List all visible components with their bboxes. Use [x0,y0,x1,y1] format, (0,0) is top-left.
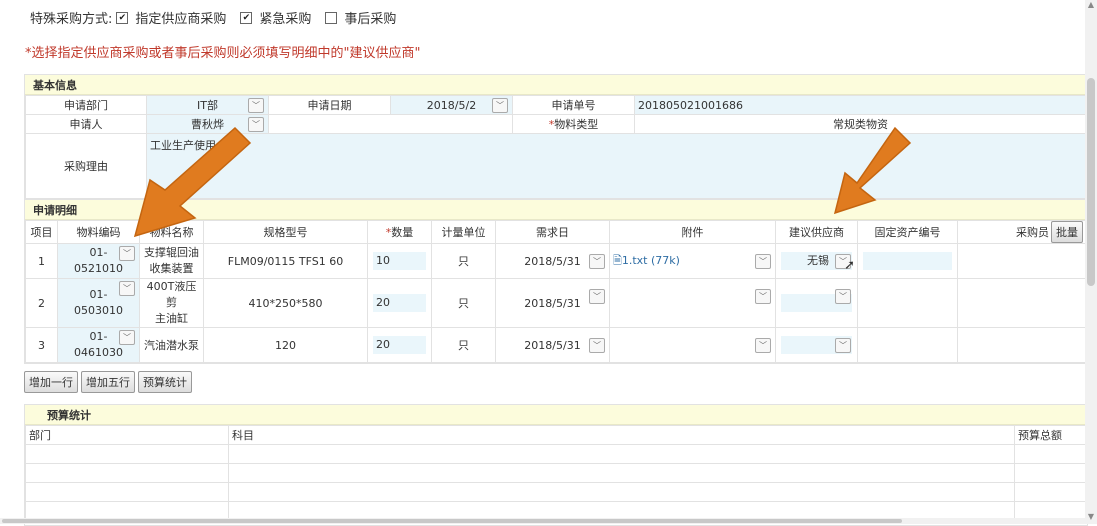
chevron-down-icon[interactable]: ﹀ [248,98,264,113]
batch-button[interactable]: 批量 [1051,221,1083,243]
col-attach: 附件 [609,220,776,244]
buyer-cell[interactable] [957,243,1087,279]
date-select[interactable]: 2018/5/31 ﹀ [495,278,610,328]
asset-cell[interactable] [857,327,958,363]
annotation-arrow-left [133,126,252,238]
code-select[interactable]: 01- 0521010 ﹀ [57,243,140,279]
chevron-down-icon[interactable]: ﹀ [589,338,605,353]
chevron-down-icon[interactable]: ﹀ [835,338,851,353]
qty-input[interactable]: 20 [373,336,426,354]
basic-info-title: 基本信息 [25,75,1087,95]
spec-cell: FLM09/0115 TFS1 60 [203,243,368,279]
dept-select[interactable]: IT部 ﹀ [146,95,269,115]
request-no-value: 201805021001686 [634,95,1087,115]
scroll-thumb[interactable] [1087,78,1095,286]
table-row: 2 01- 0503010 ﹀ 400T液压剪 主油缸 410*250*580 20 … [25,278,1087,328]
asset-input[interactable] [863,252,952,270]
cursor-icon: ➚ [844,258,855,273]
material-name: 支撑辊回油 收集装置 [139,243,204,279]
attach-link[interactable]: 1.txt (77k) [622,254,680,267]
qty-cell[interactable]: 10 [367,243,432,279]
date-label: 申请日期 [268,95,391,115]
special-purchase-options: 特殊采购方式: 指定供应商采购 紧急采购 事后采购 [30,8,396,27]
checkbox-urgent[interactable] [240,11,253,24]
material-name: 400T液压剪 主油缸 [139,278,204,328]
supplier-select[interactable]: ﹀ [775,327,858,363]
file-icon: 🗎 [613,253,622,267]
col-qty: *数量 [367,220,432,244]
asset-cell[interactable] [857,278,958,328]
qty-input[interactable]: 10 [373,252,426,270]
budget-title: 预算统计 [25,405,1087,425]
add-five-rows-button[interactable]: 增加五行 [81,371,135,393]
date-select[interactable]: 2018/5/31 ﹀ [495,243,610,279]
spec-cell: 120 [203,327,368,363]
vertical-scrollbar[interactable]: ▲ ▼ [1085,0,1097,524]
annotation-arrow-right [833,126,912,215]
horizontal-scrollbar[interactable] [0,518,1085,524]
table-row: 1 01- 0521010 ﹀ 支撑辊回油 收集装置 FLM09/0115 TFS1 … [25,243,1087,279]
special-purchase-label: 特殊采购方式: [30,12,113,27]
chevron-down-icon[interactable]: ﹀ [755,254,771,269]
chevron-down-icon[interactable]: ﹀ [589,289,605,304]
chevron-down-icon[interactable]: ﹀ [119,246,135,261]
col-date: 需求日 [495,220,610,244]
date-select[interactable]: 2018/5/2 ﹀ [390,95,513,115]
col-index: 项目 [25,220,58,244]
buyer-cell[interactable] [957,327,1087,363]
budget-col-subject: 科目 [228,425,1015,445]
option-after-purchase-label: 事后采购 [344,12,397,27]
chevron-down-icon[interactable]: ﹀ [835,289,851,304]
option-urgent-label: 紧急采购 [259,12,312,27]
budget-panel: 预算统计 部门 科目 预算总额 [24,404,1088,526]
qty-cell[interactable]: 20 [367,278,432,328]
scroll-down-icon[interactable]: ▼ [1085,512,1097,524]
checkbox-after-purchase[interactable] [325,11,338,24]
unit-cell: 只 [431,243,496,279]
add-one-row-button[interactable]: 增加一行 [24,371,78,393]
budget-col-total: 预算总额 [1014,425,1087,445]
dept-label: 申请部门 [25,95,147,115]
qty-input[interactable]: 20 [373,294,426,312]
budget-col-dept: 部门 [25,425,229,445]
qty-cell[interactable]: 20 [367,327,432,363]
type-label: *物料类型 [512,114,635,134]
chevron-down-icon[interactable]: ﹀ [492,98,508,113]
scroll-up-icon[interactable]: ▲ [1085,0,1097,12]
horizontal-scroll-thumb[interactable] [2,519,902,523]
supplier-select[interactable]: ﹀ [775,278,858,328]
chevron-down-icon[interactable]: ﹀ [755,289,771,304]
row-index: 2 [25,278,58,328]
attach-cell[interactable]: ﹀ [609,327,776,363]
checkbox-designated-supplier[interactable] [116,11,129,24]
applicant-blank [268,114,513,134]
budget-stats-button[interactable]: 预算统计 [138,371,192,393]
chevron-down-icon[interactable]: ﹀ [589,254,605,269]
chevron-down-icon[interactable]: ﹀ [119,281,135,296]
spec-cell: 410*250*580 [203,278,368,328]
chevron-down-icon[interactable]: ﹀ [755,338,771,353]
col-unit: 计量单位 [431,220,496,244]
chevron-down-icon[interactable]: ﹀ [119,330,135,345]
no-label: 申请单号 [512,95,635,115]
unit-cell: 只 [431,278,496,328]
code-select[interactable]: 01- 0503010 ﹀ [57,278,140,328]
attach-cell[interactable]: 🗎1.txt (77k) ﹀ [609,243,776,279]
option-designated-supplier-label: 指定供应商采购 [135,12,227,27]
budget-table: 部门 科目 预算总额 [25,425,1087,521]
table-row: 3 01- 0461030 ﹀ 汽油潜水泵 120 20 只 2018/5/31 ﹀ … [25,327,1087,363]
row-index: 1 [25,243,58,279]
buyer-cell[interactable] [957,278,1087,328]
unit-cell: 只 [431,327,496,363]
date-select[interactable]: 2018/5/31 ﹀ [495,327,610,363]
code-select[interactable]: 01- 0461030 ﹀ [57,327,140,363]
warning-text: *选择指定供应商采购或者事后采购则必须填写明细中的"建议供应商" [25,46,421,61]
attach-cell[interactable]: ﹀ [609,278,776,328]
row-index: 3 [25,327,58,363]
supplier-select[interactable]: 无锡 ﹀ ➚ [775,243,858,279]
asset-cell[interactable] [857,243,958,279]
row-button-bar: 增加一行 增加五行 预算统计 [24,371,192,393]
material-name: 汽油潜水泵 [139,327,204,363]
